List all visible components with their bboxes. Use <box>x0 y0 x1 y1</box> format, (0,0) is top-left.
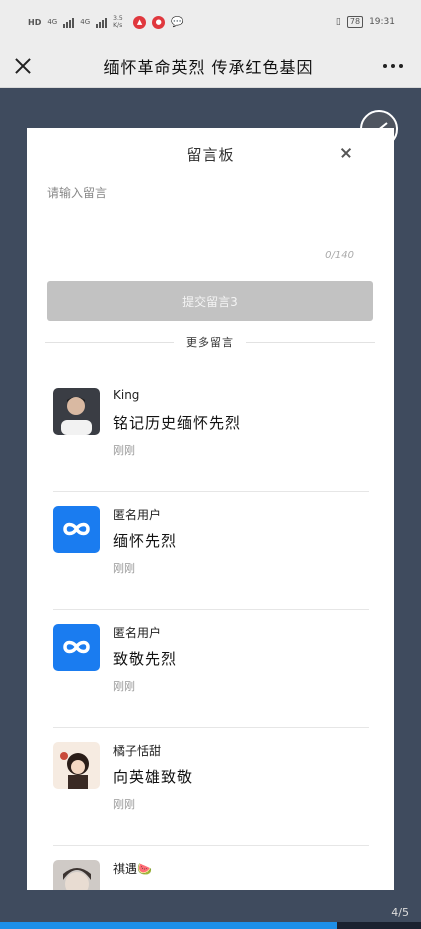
vibrate-icon: ▯ <box>335 17 341 27</box>
comment-author: 橘子恬甜 <box>113 744 162 758</box>
signal-icon <box>63 17 75 28</box>
comment-item: 祺遇🍉 <box>53 846 369 890</box>
page-indicator: 4/5 <box>391 906 409 919</box>
comment-text: 致敬先烈 <box>113 650 178 668</box>
avatar-infinity-logo <box>53 506 100 553</box>
network-speed: 3.5 K/s <box>113 15 123 29</box>
notification-app-icon-2: ● <box>152 15 166 29</box>
signal-icon-2 <box>96 17 108 28</box>
page-title: 缅怀革命英烈 传承红色基因 <box>103 57 314 77</box>
char-count: 0/140 <box>325 250 354 261</box>
message-board-dialog: 留言板 0/140 提交留言3 更多留言 King 铭记历史缅怀先烈 刚刚 <box>27 128 394 890</box>
page-progress-fill <box>0 922 337 929</box>
dialog-title: 留言板 <box>186 146 235 164</box>
avatar-cartoon-girl <box>53 742 100 789</box>
battery-icon: 78 <box>346 16 364 28</box>
comment-time: 刚刚 <box>113 562 135 575</box>
comment-item: 匿名用户 致敬先烈 刚刚 <box>53 610 369 728</box>
comment-text: 向英雄致敬 <box>113 768 194 786</box>
comment-item: 橘子恬甜 向英雄致敬 刚刚 <box>53 728 369 846</box>
avatar-photo-girl <box>53 860 100 890</box>
status-right: ▯ 78 19:31 <box>336 16 395 28</box>
comment-item: 匿名用户 缅怀先烈 刚刚 <box>53 492 369 610</box>
comment-time: 刚刚 <box>113 680 135 693</box>
comment-author: 祺遇🍉 <box>113 862 152 876</box>
signal-4g-label-2: 4G <box>80 18 91 26</box>
comment-time: 刚刚 <box>113 798 135 811</box>
comment-item: King 铭记历史缅怀先烈 刚刚 <box>53 374 369 492</box>
comment-text: 缅怀先烈 <box>113 532 178 550</box>
message-input[interactable] <box>47 184 373 266</box>
page-progress-track <box>0 922 421 929</box>
wechat-icon: 💬 <box>171 16 184 28</box>
more-messages-label: 更多留言 <box>186 336 234 349</box>
comment-text: 铭记历史缅怀先烈 <box>113 414 242 432</box>
hd-badge: HD <box>28 17 42 27</box>
comment-author: 匿名用户 <box>113 626 162 640</box>
notification-app-icon: ▲ <box>133 15 147 29</box>
close-icon[interactable] <box>12 55 34 77</box>
signal-4g-label: 4G <box>47 18 58 26</box>
avatar-photo-man <box>53 388 100 435</box>
dialog-close-icon[interactable] <box>340 146 354 160</box>
comment-time: 刚刚 <box>113 444 135 457</box>
status-time: 19:31 <box>369 17 395 27</box>
comment-author: 匿名用户 <box>113 508 162 522</box>
status-bar: HD 4G 4G 3.5 K/s ▲ ● 💬 ▯ 78 19:31 <box>0 0 421 44</box>
submit-message-button[interactable]: 提交留言3 <box>47 281 373 321</box>
more-messages-divider: 更多留言 <box>45 334 375 350</box>
avatar-infinity-logo <box>53 624 100 671</box>
comment-author: King <box>113 388 140 402</box>
comment-list: King 铭记历史缅怀先烈 刚刚 匿名用户 缅怀先烈 刚刚 匿名用户 致敬先烈 … <box>53 374 369 890</box>
more-menu-icon[interactable] <box>383 63 403 68</box>
status-left: HD 4G 4G 3.5 K/s ▲ ● 💬 <box>28 15 184 29</box>
nav-bar: 缅怀革命英烈 传承红色基因 <box>0 44 421 88</box>
